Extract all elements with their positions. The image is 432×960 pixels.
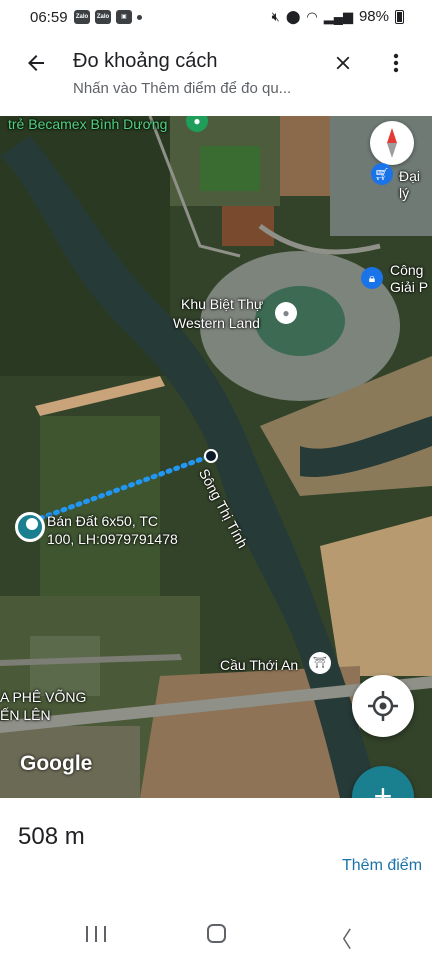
poi-label-cafe-line2[interactable]: ẾN LÊN xyxy=(0,707,51,724)
more-notifications-icon xyxy=(137,14,142,20)
app-header: Đo khoảng cách Nhấn vào Thêm điểm để đo … xyxy=(0,36,432,116)
signal-icon: ▂▄▆ xyxy=(323,8,353,24)
poi-label-western-land-line1[interactable]: Khu Biệt Thự xyxy=(181,296,263,313)
zalo-icon: Zalo xyxy=(74,10,90,24)
bridge-pin-icon[interactable]: ⛩︎ xyxy=(309,652,331,674)
add-point-link[interactable]: Thêm điểm xyxy=(342,857,422,875)
my-location-button[interactable] xyxy=(352,675,414,737)
poi-label-western-land-line2[interactable]: Western Land xyxy=(173,315,260,332)
poi-label-dai-ly[interactable]: Đại lý xyxy=(399,168,432,202)
status-bar: 06:59 Zalo Zalo ▣ 🔇︎ ⬤ ◠ ▂▄▆ 98% xyxy=(0,0,432,36)
page-title: Đo khoảng cách xyxy=(73,50,218,72)
status-time: 06:59 xyxy=(30,9,68,26)
notification-icons: Zalo Zalo ▣ xyxy=(74,10,142,24)
measure-sheet: 508 m Thêm điểm xyxy=(0,798,432,898)
arrow-back-icon xyxy=(28,55,44,71)
status-right: 🔇︎ ⬤ ◠ ▂▄▆ 98% xyxy=(272,8,404,25)
battery-percent: 98% xyxy=(358,8,389,25)
more-options-button[interactable] xyxy=(384,48,408,78)
poi-label-cau-thoi-an[interactable]: Cầu Thới An xyxy=(220,657,298,674)
poi-label-becamex[interactable]: trẻ Becamex Bình Dương xyxy=(8,116,167,133)
measure-start-point-icon xyxy=(26,518,38,530)
shopping-pin-icon[interactable]: 🛒︎ xyxy=(371,163,393,185)
home-button[interactable] xyxy=(207,924,226,943)
google-logo: Google xyxy=(20,752,93,775)
my-location-icon xyxy=(368,691,398,721)
nav-back-button[interactable]: 〈 xyxy=(330,922,352,954)
listing-label-line1[interactable]: Bán Đất 6x50, TC xyxy=(47,513,158,530)
poi-label-cafe-line1[interactable]: A PHÊ VÕNG xyxy=(0,689,86,706)
wifi-icon: ◠ xyxy=(306,8,318,24)
location-icon: ⬤ xyxy=(285,8,301,24)
zalo-icon: Zalo xyxy=(95,10,111,24)
close-button[interactable] xyxy=(328,48,358,78)
lock-pin-icon[interactable]: 🔒︎ xyxy=(361,267,383,289)
compass-button[interactable] xyxy=(370,121,414,165)
chevron-left-icon: 〈 xyxy=(330,927,353,952)
poi-label-giai-p[interactable]: Giải P xyxy=(390,279,428,296)
system-nav-bar: 〈 xyxy=(0,898,432,960)
mute-icon: 🔇︎ xyxy=(271,8,280,24)
close-icon xyxy=(336,56,350,70)
compass-icon xyxy=(387,128,397,158)
page-subtitle: Nhấn vào Thêm điểm để đo qu... xyxy=(73,80,292,97)
recent-apps-button[interactable] xyxy=(86,926,106,942)
battery-icon xyxy=(395,9,404,24)
back-button[interactable] xyxy=(18,48,54,78)
place-pin-icon[interactable]: ● xyxy=(275,302,297,324)
satellite-map[interactable]: trẻ Becamex Bình Dương ● 🛒︎ Đại lý 🔒︎ Cô… xyxy=(0,116,432,798)
more-vert-icon xyxy=(393,53,399,73)
distance-value: 508 m xyxy=(18,823,85,850)
plus-icon: + xyxy=(373,778,393,798)
listing-label-line2[interactable]: 100, LH:0979791478 xyxy=(47,531,178,548)
measure-end-point[interactable] xyxy=(204,449,218,463)
gallery-icon: ▣ xyxy=(116,10,132,24)
poi-label-cong[interactable]: Công xyxy=(390,262,423,279)
